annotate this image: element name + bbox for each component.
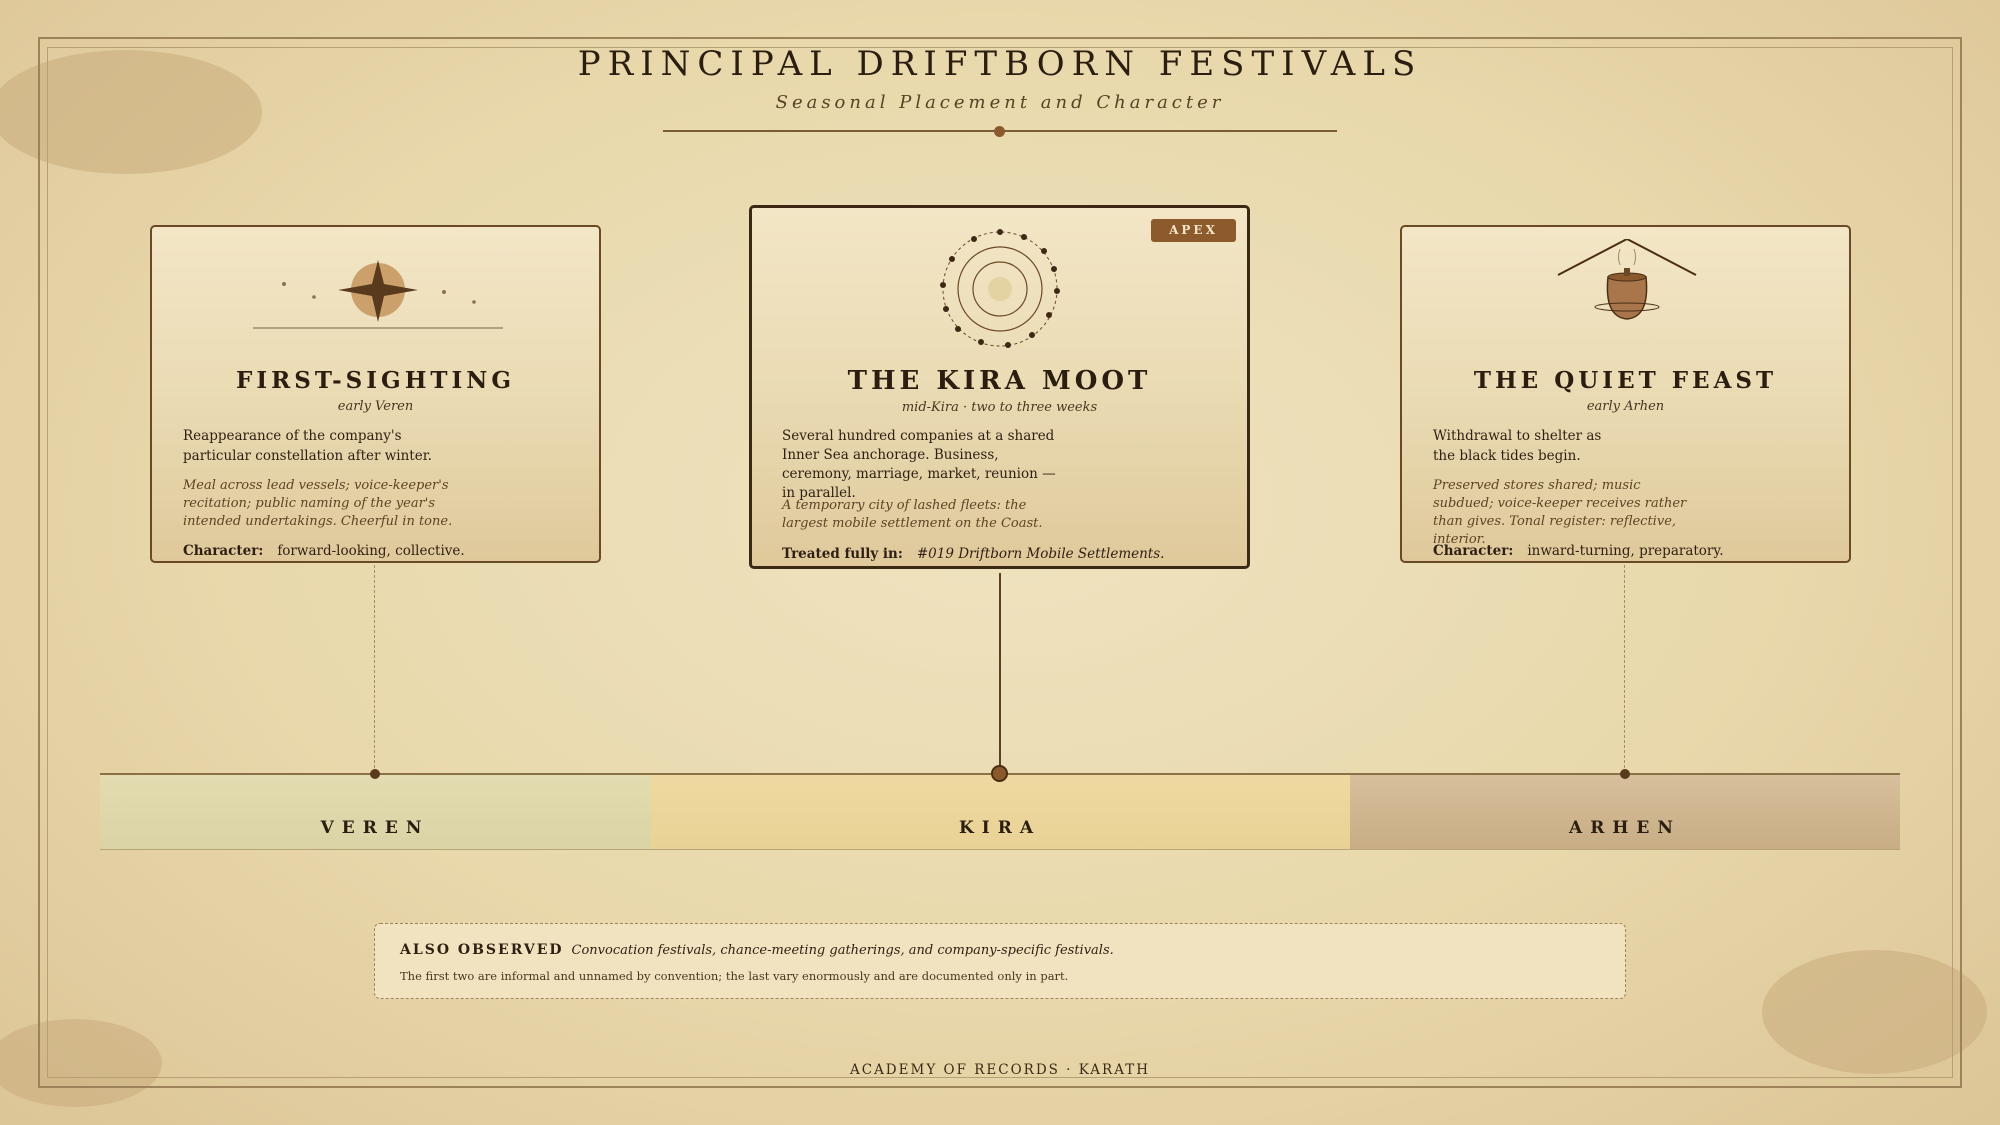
timeline-marker-kira-moot bbox=[991, 765, 1008, 782]
festival-title: THE QUIET FEAST bbox=[1473, 367, 1778, 394]
ring-of-ships-icon bbox=[940, 229, 1060, 348]
page-subtitle: Seasonal Placement and Character bbox=[775, 92, 1225, 113]
also-observed-note: The first two are informal and unnamed b… bbox=[400, 969, 1069, 983]
festival-card-first-sighting: FIRST-SIGHTING early Veren Reappearance … bbox=[150, 225, 601, 563]
festival-character: Character: inward-turning, preparatory. bbox=[1433, 543, 1724, 559]
festival-note: Preserved stores shared; music subdued; … bbox=[1433, 478, 1687, 547]
festival-timing: early Arhen bbox=[1586, 399, 1665, 414]
festival-description: Reappearance of the company's particular… bbox=[183, 428, 432, 464]
four-point-star-icon bbox=[253, 260, 503, 329]
footer-credit: ACADEMY OF RECORDS · KARATH bbox=[849, 1062, 1151, 1078]
also-observed-label: ALSO OBSERVED bbox=[400, 942, 564, 958]
season-label: VEREN bbox=[320, 818, 430, 838]
title-divider-dot bbox=[994, 126, 1005, 137]
covered-pot-icon bbox=[1557, 239, 1697, 320]
festival-card-kira-moot: APEX THE KIRA MOOT mid-Kira · two to thr… bbox=[749, 205, 1250, 569]
festival-title: THE KIRA MOOT bbox=[847, 366, 1152, 396]
season-band-arhen: ARHEN bbox=[1350, 774, 1900, 850]
festival-description: Withdrawal to shelter as the black tides… bbox=[1433, 428, 1602, 464]
character-label: Character: bbox=[1433, 543, 1514, 559]
season-label: ARHEN bbox=[1569, 818, 1681, 838]
also-observed-text: Convocation festivals, chance-meeting ga… bbox=[571, 943, 1114, 958]
festival-character: Character: forward-looking, collective. bbox=[183, 543, 465, 559]
festival-title: FIRST-SIGHTING bbox=[236, 367, 515, 394]
festival-card-quiet-feast: THE QUIET FEAST early Arhen Withdrawal t… bbox=[1400, 225, 1851, 563]
festival-note: A temporary city of lashed fleets: the l… bbox=[782, 498, 1043, 531]
season-label: KIRA bbox=[958, 818, 1042, 838]
character-label: Character: bbox=[183, 543, 264, 559]
festival-description: Several hundred companies at a shared In… bbox=[782, 428, 1056, 501]
connector-quiet-feast bbox=[1624, 565, 1625, 773]
festival-note: Meal across lead vessels; voice-keeper's… bbox=[183, 478, 453, 529]
character-value: inward-turning, preparatory. bbox=[1527, 543, 1724, 559]
treated-reference: #019 Driftborn Mobile Settlements. bbox=[916, 546, 1165, 562]
also-observed-heading: ALSO OBSERVED Convocation festivals, chan… bbox=[400, 942, 1114, 958]
timeline-marker-quiet-feast bbox=[1620, 769, 1630, 779]
festival-treated-in: Treated fully in: #019 Driftborn Mobile S… bbox=[782, 546, 1164, 562]
festival-timing: early Veren bbox=[337, 399, 414, 414]
season-band-kira: KIRA bbox=[650, 774, 1350, 850]
timeline-baseline bbox=[100, 849, 1900, 850]
timeline-marker-first-sighting bbox=[370, 769, 380, 779]
festival-timing: mid-Kira · two to three weeks bbox=[901, 400, 1098, 415]
character-value: forward-looking, collective. bbox=[277, 543, 465, 559]
treated-label: Treated fully in: bbox=[782, 546, 903, 562]
connector-first-sighting bbox=[374, 565, 375, 773]
apex-badge: APEX bbox=[1151, 219, 1236, 242]
connector-kira-moot bbox=[999, 573, 1001, 773]
season-band-veren: VEREN bbox=[100, 774, 650, 850]
page-title: PRINCIPAL DRIFTBORN FESTIVALS bbox=[577, 44, 1423, 84]
also-observed-box: ALSO OBSERVED Convocation festivals, chan… bbox=[374, 923, 1626, 999]
